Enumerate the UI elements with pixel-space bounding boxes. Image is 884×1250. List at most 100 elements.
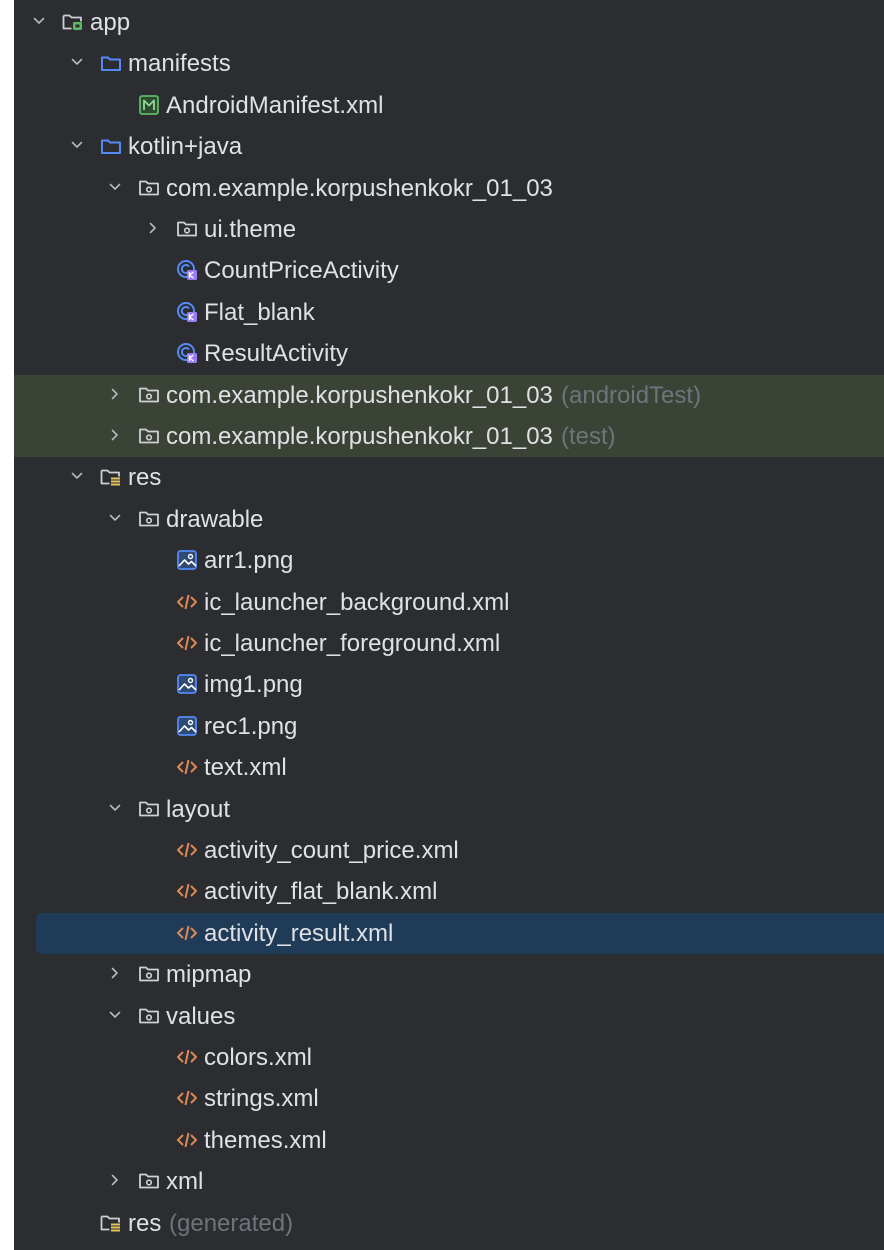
tree-row[interactable]: com.example.korpushenkokr_01_03 (test) bbox=[14, 416, 884, 458]
tree-item-label: app bbox=[90, 9, 131, 36]
tree-row[interactable]: com.example.korpushenkokr_01_03 bbox=[14, 168, 884, 209]
tree-row[interactable]: rec1.png bbox=[14, 706, 884, 747]
tree-item-label: ResultActivity bbox=[204, 340, 349, 368]
chevron-down-icon[interactable] bbox=[108, 511, 122, 525]
chevron-right-icon[interactable] bbox=[108, 387, 122, 401]
image-file-icon bbox=[176, 715, 198, 737]
chevron-down-icon[interactable] bbox=[108, 1008, 122, 1022]
tree-row[interactable]: CountPriceActivity bbox=[14, 250, 884, 291]
tree-item-label: Flat_blank bbox=[204, 298, 315, 326]
tree-row[interactable]: com.example.korpushenkokr_01_03 (androidT… bbox=[14, 374, 884, 416]
tree-item-label: activity_count_price.xml bbox=[204, 837, 459, 864]
tree-item-label: manifests bbox=[128, 50, 231, 78]
xml-file-icon bbox=[176, 756, 198, 778]
tree-row[interactable]: themes.xml bbox=[14, 1120, 884, 1161]
tree-item-label: themes.xml bbox=[204, 1126, 327, 1154]
tree-row[interactable]: app bbox=[14, 2, 884, 43]
tree-item-label: strings.xml bbox=[204, 1085, 319, 1113]
package-icon bbox=[138, 963, 160, 985]
package-icon bbox=[138, 1005, 160, 1027]
xml-file-icon bbox=[176, 1129, 198, 1151]
tree-item-label: drawable bbox=[166, 505, 264, 533]
package-icon bbox=[138, 177, 160, 199]
tree-item-label: xml bbox=[166, 1168, 204, 1196]
tree-row[interactable]: activity_count_price.xml bbox=[14, 830, 884, 871]
chevron-right-icon[interactable] bbox=[108, 966, 122, 980]
tree-row[interactable]: values bbox=[14, 996, 884, 1037]
tree-item-label: rec1.png bbox=[204, 712, 298, 740]
xml-file-icon bbox=[176, 880, 198, 902]
tree-row[interactable]: activity_flat_blank.xml bbox=[14, 871, 884, 912]
xml-file-icon bbox=[176, 591, 198, 613]
folder-icon bbox=[100, 135, 122, 157]
tree-row[interactable]: colors.xml bbox=[14, 1037, 884, 1078]
chevron-right-icon[interactable] bbox=[146, 221, 160, 235]
tree-item-label: res bbox=[128, 1209, 162, 1237]
project-tree: app manifests AndroidManifest.xml kotlin+ja… bbox=[0, 0, 884, 1250]
package-icon bbox=[138, 425, 160, 447]
package-icon bbox=[138, 1170, 160, 1192]
tree-row[interactable]: ResultActivity bbox=[14, 333, 884, 374]
tree-row[interactable]: ic_launcher_foreground.xml bbox=[14, 623, 884, 664]
tree-item-label: arr1.png bbox=[204, 547, 294, 575]
package-icon bbox=[138, 384, 160, 406]
tree-item-label: mipmap bbox=[166, 961, 252, 989]
tree-row[interactable]: drawable bbox=[14, 499, 884, 540]
package-icon bbox=[176, 218, 198, 240]
tree-item-label: ic_launcher_background.xml bbox=[204, 588, 510, 616]
left-edge-strip bbox=[0, 0, 14, 1250]
tree-item-label: AndroidManifest.xml bbox=[166, 91, 384, 119]
tree-row[interactable]: mipmap bbox=[14, 954, 884, 995]
xml-file-icon bbox=[176, 632, 198, 654]
tree-row[interactable]: strings.xml bbox=[14, 1078, 884, 1119]
tree-item-label: ui.theme bbox=[204, 216, 297, 243]
image-file-icon bbox=[176, 549, 198, 571]
manifest-file-icon bbox=[138, 94, 160, 116]
tree-row[interactable]: img1.png bbox=[14, 664, 884, 705]
tree-row[interactable]: res (generated) bbox=[14, 1203, 884, 1244]
tree-row-selected[interactable]: activity_result.xml bbox=[36, 912, 884, 955]
chevron-down-icon[interactable] bbox=[70, 138, 84, 152]
tree-row[interactable]: layout bbox=[14, 789, 884, 830]
chevron-right-icon[interactable] bbox=[108, 1173, 122, 1187]
chevron-down-icon[interactable] bbox=[70, 55, 84, 69]
resources-folder-icon bbox=[100, 466, 122, 488]
tree-row[interactable]: text.xml bbox=[14, 747, 884, 788]
tree-row[interactable]: arr1.png bbox=[14, 540, 884, 581]
tree-item-label: text.xml bbox=[204, 754, 287, 782]
chevron-right-icon[interactable] bbox=[108, 428, 122, 442]
folder-icon bbox=[100, 52, 122, 74]
tree-item-label: img1.png bbox=[204, 671, 303, 699]
chevron-down-icon[interactable] bbox=[70, 469, 84, 483]
xml-file-icon bbox=[176, 839, 198, 861]
package-icon bbox=[138, 508, 160, 530]
tree-item-label: com.example.korpushenkokr_01_03 bbox=[166, 423, 553, 450]
tree-item-label: colors.xml bbox=[204, 1044, 313, 1071]
tree-row[interactable]: ic_launcher_background.xml bbox=[14, 582, 884, 623]
xml-file-icon bbox=[176, 1046, 198, 1068]
tree-row[interactable]: res bbox=[14, 457, 884, 498]
resources-folder-icon bbox=[100, 1212, 122, 1234]
chevron-down-icon[interactable] bbox=[108, 801, 122, 815]
tree-item-label: activity_result.xml bbox=[204, 919, 394, 947]
tree-row[interactable]: Flat_blank bbox=[14, 292, 884, 333]
chevron-down-icon[interactable] bbox=[108, 180, 122, 194]
kotlin-class-icon bbox=[176, 342, 198, 364]
tree-item-label: com.example.korpushenkokr_01_03 bbox=[166, 381, 553, 409]
chevron-down-icon[interactable] bbox=[32, 14, 46, 28]
tree-item-label: layout bbox=[166, 795, 231, 823]
xml-file-icon bbox=[176, 922, 198, 944]
tree-item-label: kotlin+java bbox=[128, 133, 243, 161]
package-icon bbox=[138, 798, 160, 820]
tree-item-label: activity_flat_blank.xml bbox=[204, 878, 438, 906]
tree-row[interactable]: AndroidManifest.xml bbox=[14, 85, 884, 126]
tree-item-suffix: (androidTest) bbox=[561, 381, 702, 409]
tree-row[interactable]: kotlin+java bbox=[14, 126, 884, 167]
tree-row[interactable]: manifests bbox=[14, 43, 884, 84]
tree-row[interactable]: ui.theme bbox=[14, 209, 884, 250]
tree-item-label: values bbox=[166, 1002, 236, 1030]
module-folder-icon bbox=[62, 11, 84, 33]
kotlin-class-icon bbox=[176, 259, 198, 281]
tree-row[interactable]: xml bbox=[14, 1161, 884, 1202]
image-file-icon bbox=[176, 673, 198, 695]
